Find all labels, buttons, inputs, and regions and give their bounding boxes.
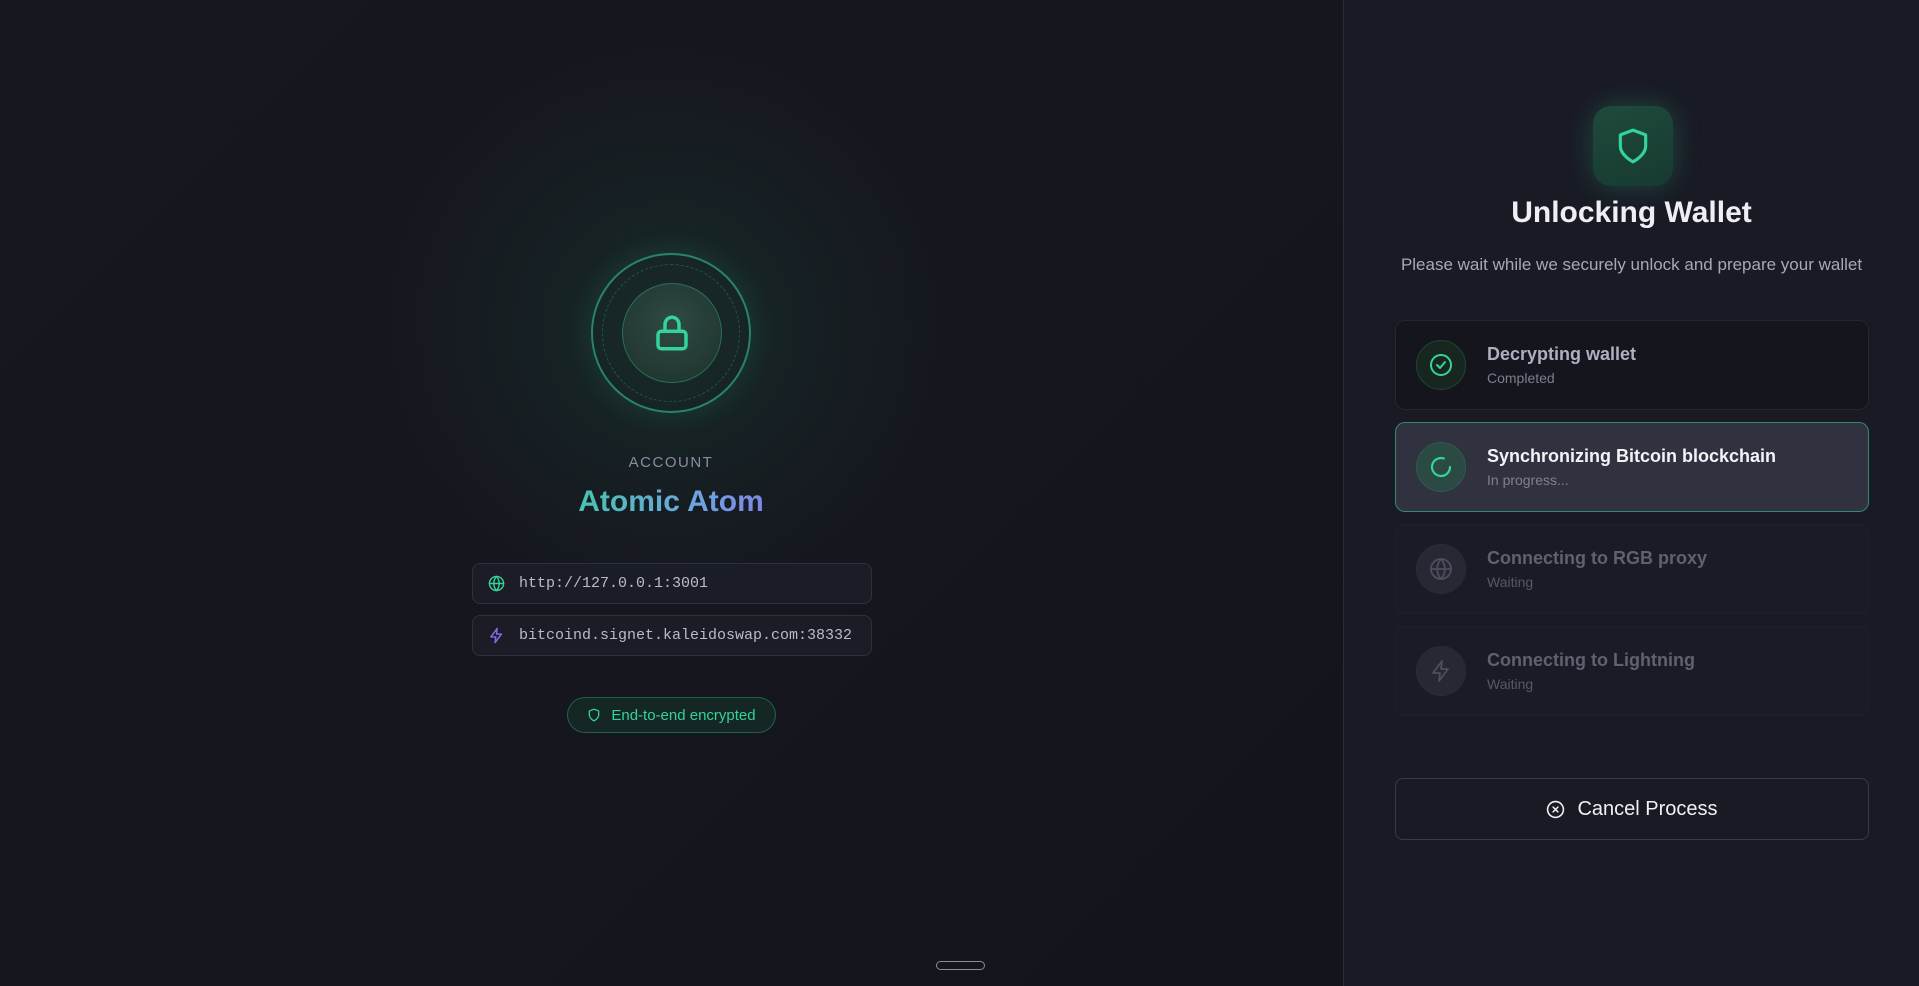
step-connecting-rgb-proxy: Connecting to RGB proxy Waiting [1395,524,1869,614]
account-panel: ACCOUNT Atomic Atom http://127.0.0.1:300… [0,0,1344,986]
step-connecting-lightning: Connecting to Lightning Waiting [1395,626,1869,716]
page-title: Unlocking Wallet [1511,196,1752,229]
shield-emblem [1593,106,1673,186]
bitcoind-host: bitcoind.signet.kaleidoswap.com:38332 [519,627,853,644]
close-circle-icon [1547,800,1565,818]
encryption-badge: End-to-end encrypted [567,697,776,733]
step-status: Waiting [1487,676,1534,692]
lightning-icon [1416,646,1466,696]
shield-icon [1618,128,1648,164]
step-title: Synchronizing Bitcoin blockchain [1487,446,1777,466]
cancel-process-label: Cancel Process [1577,797,1718,820]
step-decrypting-wallet: Decrypting wallet Completed [1395,320,1869,410]
bitcoind-host-field: bitcoind.signet.kaleidoswap.com:38332 [472,615,872,656]
lightning-icon [487,627,505,645]
globe-icon [487,575,505,593]
encryption-badge-label: End-to-end encrypted [611,706,756,724]
step-title: Connecting to RGB proxy [1487,548,1707,568]
check-circle-icon [1416,340,1466,390]
node-url-field: http://127.0.0.1:3001 [472,563,872,604]
account-name: Atomic Atom [521,485,821,519]
step-title: Connecting to Lightning [1487,650,1695,670]
lock-icon [656,315,688,351]
node-url: http://127.0.0.1:3001 [519,575,709,592]
step-title: Decrypting wallet [1487,344,1637,364]
unlock-panel: Unlocking Wallet Please wait while we se… [1344,0,1919,986]
page-subtitle: Please wait while we securely unlock and… [1400,255,1863,274]
cancel-process-button[interactable]: Cancel Process [1395,778,1869,840]
shield-icon [589,708,600,722]
step-status: In progress... [1487,472,1569,488]
step-status: Waiting [1487,574,1534,590]
lock-emblem [622,283,722,383]
app-window: ACCOUNT Atomic Atom http://127.0.0.1:300… [0,0,1919,986]
step-status: Completed [1487,370,1555,386]
step-synchronizing-blockchain: Synchronizing Bitcoin blockchain In prog… [1395,422,1869,512]
account-label: ACCOUNT [628,454,714,471]
spinner-icon [1416,442,1466,492]
globe-icon [1416,544,1466,594]
drag-handle[interactable] [936,961,985,970]
